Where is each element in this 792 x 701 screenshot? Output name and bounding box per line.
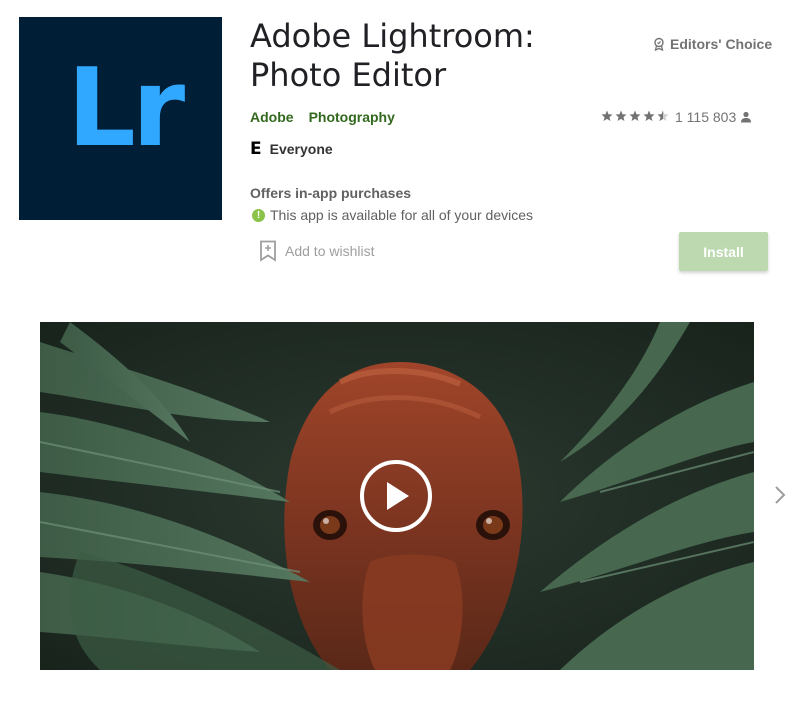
next-screenshot-button[interactable] (771, 484, 789, 506)
person-icon (741, 111, 752, 123)
chevron-right-icon (775, 486, 786, 504)
editors-choice-label: Editors' Choice (670, 36, 773, 52)
rating: 1 115 803 (601, 109, 752, 125)
add-to-wishlist-button[interactable]: Add to wishlist (259, 240, 374, 262)
category-link[interactable]: Photography (309, 109, 395, 125)
star-icons (601, 110, 669, 121)
play-button[interactable] (360, 460, 432, 532)
developer-link[interactable]: Adobe (250, 109, 294, 125)
video-preview[interactable] (40, 322, 754, 670)
developer-row: Adobe Photography (250, 109, 395, 125)
availability-text: This app is available for all of your de… (270, 207, 534, 223)
badge-icon (654, 37, 664, 51)
bookmark-icon (260, 240, 276, 262)
app-title: Adobe Lightroom: Photo Editor (250, 17, 535, 94)
install-button[interactable]: Install (679, 232, 768, 271)
rating-count: 1 115 803 (675, 109, 737, 125)
editors-choice-badge: Editors' Choice (652, 36, 772, 52)
info-icon: ! (252, 208, 265, 222)
rating-stars (601, 110, 671, 125)
content-rating: E Everyone (250, 139, 333, 159)
wishlist-label: Add to wishlist (285, 243, 375, 259)
in-app-purchases-label: Offers in-app purchases (250, 185, 412, 201)
app-icon: Lr (19, 17, 222, 220)
availability-note: ! This app is available for all of your … (252, 207, 533, 223)
content-rating-label: Everyone (269, 141, 333, 157)
play-icon (387, 482, 409, 510)
esrb-everyone-icon: E (250, 139, 262, 159)
app-icon-logo: Lr (67, 46, 185, 171)
